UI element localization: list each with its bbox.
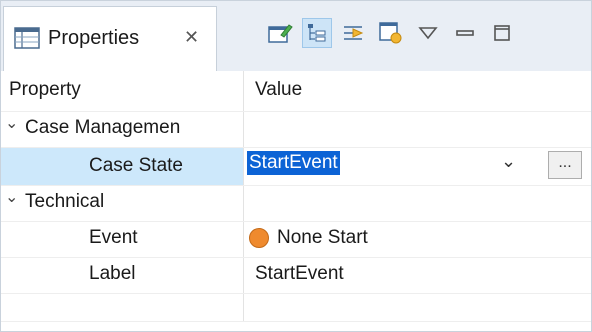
start-event-icon <box>249 228 269 248</box>
table-header: Property Value <box>1 71 591 111</box>
table-row[interactable]: Event None Start <box>1 221 591 257</box>
properties-table: Property Value ⌄ Case Managemen Case Sta… <box>1 71 591 331</box>
property-value-label: StartEvent <box>255 263 344 284</box>
row-divider <box>1 257 591 258</box>
chevron-down-icon[interactable]: ⌄ <box>501 151 516 172</box>
show-advanced-icon[interactable] <box>339 18 369 48</box>
view-menu-icon[interactable] <box>413 18 443 48</box>
properties-view: Properties ✕ Property Value ⌄ Case Manag… <box>0 0 592 332</box>
property-name-label: Label <box>89 263 136 284</box>
tab-title: Properties <box>48 27 140 49</box>
case-state-value-input[interactable]: StartEvent <box>247 151 340 175</box>
table-row[interactable]: ⌄ Case Managemen <box>1 111 591 147</box>
chevron-down-icon[interactable]: ⌄ <box>5 113 18 133</box>
close-icon[interactable]: ✕ <box>184 27 199 48</box>
row-divider <box>1 185 591 186</box>
row-divider <box>1 321 591 322</box>
table-row-selected[interactable]: Case State StartEvent ⌄ ... <box>1 147 591 185</box>
table-row[interactable]: Label StartEvent <box>1 257 591 293</box>
minimize-icon[interactable] <box>450 18 480 48</box>
row-divider <box>1 111 591 112</box>
view-header: Properties ✕ <box>1 1 591 71</box>
column-header-value[interactable]: Value <box>255 79 302 101</box>
column-header-property[interactable]: Property <box>9 79 81 101</box>
property-name-event: Event <box>89 227 138 248</box>
pin-editor-icon[interactable] <box>265 18 295 48</box>
group-label-technical: Technical <box>25 191 105 212</box>
browse-button[interactable]: ... <box>548 151 582 179</box>
table-row[interactable]: ⌄ Technical <box>1 185 591 221</box>
show-categories-icon[interactable] <box>302 18 332 48</box>
row-divider <box>1 147 591 148</box>
property-name-case-state: Case State <box>89 155 183 176</box>
property-value-event: None Start <box>277 227 368 248</box>
row-divider <box>1 221 591 222</box>
row-divider <box>1 293 591 294</box>
maximize-icon[interactable] <box>487 18 517 48</box>
group-label-case-management: Case Managemen <box>25 117 181 138</box>
tab-properties[interactable]: Properties ✕ <box>3 6 217 71</box>
chevron-down-icon[interactable]: ⌄ <box>5 187 18 207</box>
restore-default-icon[interactable] <box>376 18 406 48</box>
properties-icon <box>14 27 40 55</box>
